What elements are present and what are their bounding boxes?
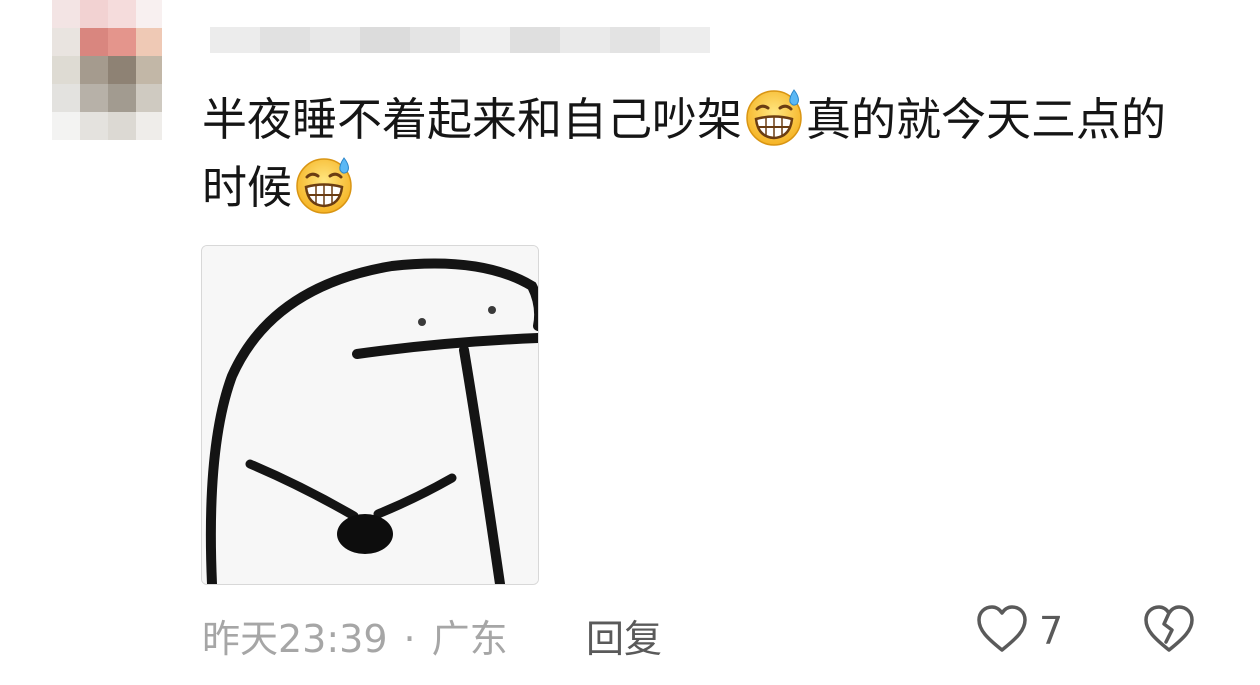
comment-item: 半夜睡不着起来和自己吵架 真的就今天三点的时候 昨天23:39 · 广东 回复 … <box>0 0 1260 685</box>
comment-image[interactable] <box>201 245 539 585</box>
comment-meta: 昨天23:39 · 广东 <box>202 608 508 663</box>
meta-separator: · <box>403 617 416 661</box>
grinning-sweat-icon <box>294 155 354 215</box>
comment-location: 广东 <box>431 617 508 661</box>
comment-text-part1: 半夜睡不着起来和自己吵架 <box>202 93 743 146</box>
broken-heart-icon <box>1142 605 1196 658</box>
like-button[interactable]: 7 <box>975 604 1063 658</box>
comment-time: 昨天23:39 <box>202 617 388 661</box>
grinning-sweat-icon <box>744 87 804 147</box>
like-count: 7 <box>1039 609 1064 653</box>
comment-body: 半夜睡不着起来和自己吵架 真的就今天三点的时候 <box>202 86 1192 222</box>
comment-footer: 昨天23:39 · 广东 回复 7 <box>0 600 1260 663</box>
username-redacted[interactable] <box>210 27 710 53</box>
avatar[interactable] <box>52 0 162 140</box>
reply-button[interactable]: 回复 <box>586 608 662 663</box>
heart-icon <box>975 604 1029 658</box>
meme-sticker-drawing <box>202 246 538 584</box>
dislike-button[interactable] <box>1142 604 1196 658</box>
